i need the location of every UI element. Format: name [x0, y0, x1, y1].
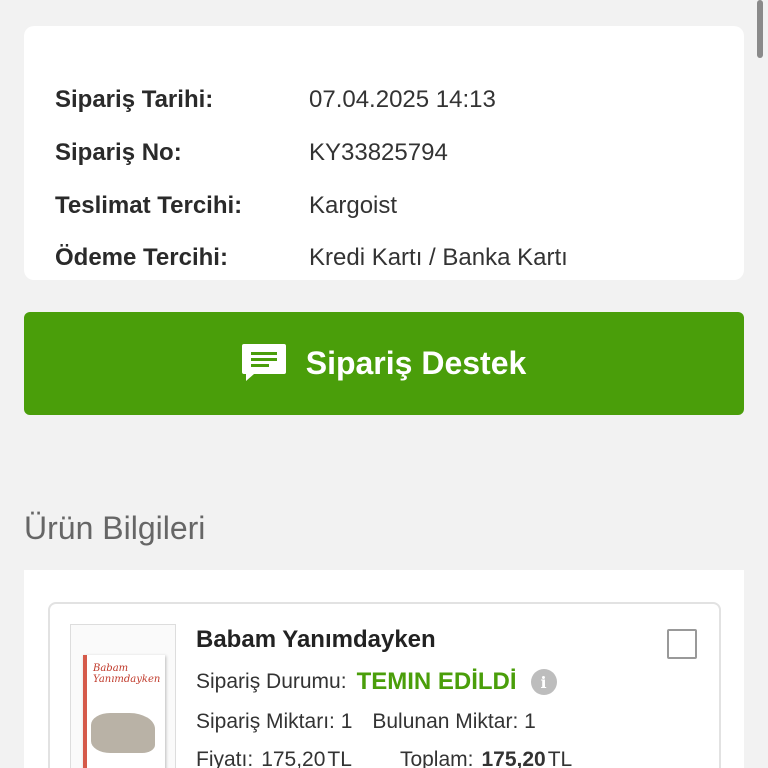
- product-info-title: Ürün Bilgileri: [24, 510, 206, 546]
- order-date-row: Sipariş Tarihi: 07.04.2025 14:13: [55, 84, 715, 116]
- total-label: Toplam:: [399, 748, 474, 768]
- price-value: 175,20: [261, 748, 326, 768]
- price-row: Fiyatı: 175,20 TL Toplam: 175,20 TL: [196, 748, 572, 768]
- scrollbar[interactable]: [757, 0, 763, 58]
- order-status-label: Sipariş Durumu:: [196, 670, 347, 693]
- order-number-value: KY33825794: [309, 139, 448, 166]
- ordered-quantity: Sipariş Miktarı: 1: [196, 710, 353, 733]
- delivery-preference-value: Kargoist: [309, 192, 398, 219]
- order-support-label: Sipariş Destek: [305, 345, 527, 381]
- quantity-row: Sipariş Miktarı: 1 Bulunan Miktar: 1: [196, 710, 536, 734]
- payment-preference-label: Ödeme Tercihi:: [55, 244, 228, 271]
- book-cover: Babam Yanımdayken: [83, 655, 165, 768]
- total-currency: TL: [547, 748, 573, 768]
- order-status-row: Sipariş Durumu: TEMIN EDİLDİ i: [196, 668, 557, 696]
- price-currency: TL: [327, 748, 352, 768]
- book-spine: [83, 655, 87, 768]
- product-card[interactable]: Babam Yanımdayken Babam Yanımdayken Sipa…: [48, 602, 721, 768]
- payment-preference-row: Ödeme Tercihi: Kredi Kartı / Banka Kartı: [55, 242, 715, 274]
- chat-icon: [241, 342, 306, 385]
- product-title[interactable]: Babam Yanımdayken: [196, 626, 436, 654]
- product-select-checkbox[interactable]: [667, 629, 697, 659]
- order-info-card: Sipariş Tarihi: 07.04.2025 14:13 Sipariş…: [24, 26, 744, 280]
- payment-preference-value: Kredi Kartı / Banka Kartı: [309, 244, 568, 271]
- product-section: Babam Yanımdayken Babam Yanımdayken Sipa…: [24, 570, 744, 768]
- order-status-value: TEMIN EDİLDİ: [356, 668, 517, 695]
- info-icon[interactable]: i: [530, 669, 557, 695]
- product-thumbnail[interactable]: Babam Yanımdayken: [70, 624, 176, 768]
- order-number-label: Sipariş No:: [55, 139, 182, 166]
- delivery-preference-label: Teslimat Tercihi:: [55, 192, 243, 219]
- found-quantity: Bulunan Miktar: 1: [372, 710, 536, 733]
- order-date-label: Sipariş Tarihi:: [55, 86, 214, 113]
- price-label: Fiyatı:: [196, 748, 254, 768]
- delivery-preference-row: Teslimat Tercihi: Kargoist: [55, 190, 715, 222]
- book-cover-title: Babam Yanımdayken: [93, 663, 161, 685]
- total-value: 175,20: [481, 748, 546, 768]
- book-cover-photo: [91, 713, 155, 753]
- order-number-row: Sipariş No: KY33825794: [55, 137, 715, 169]
- order-support-button[interactable]: Sipariş Destek: [24, 312, 744, 415]
- order-date-value: 07.04.2025 14:13: [309, 86, 496, 113]
